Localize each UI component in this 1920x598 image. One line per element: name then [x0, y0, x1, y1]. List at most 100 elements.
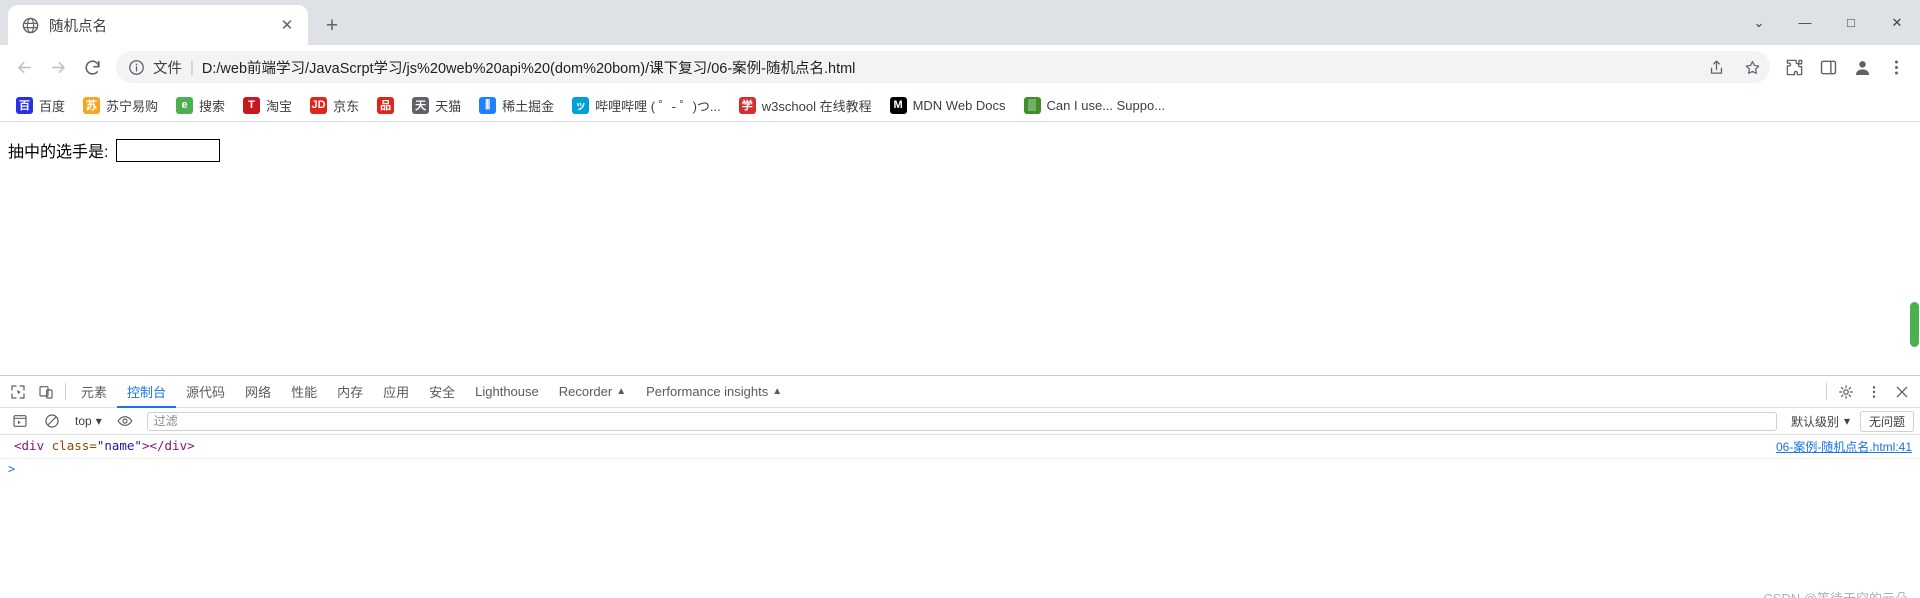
picked-player-label: 抽中的选手是:	[8, 144, 109, 161]
chevron-down-icon: ▾	[1843, 414, 1850, 428]
devtools-tab[interactable]: Recorder ▲	[549, 376, 636, 408]
bookmark-label: w3school 在线教程	[761, 98, 872, 114]
devtools-tab-label: 元素	[81, 385, 108, 400]
bookmark-item[interactable]: 百百度	[8, 92, 73, 119]
forward-button[interactable]	[42, 51, 74, 83]
juejin-icon: ⫼	[479, 96, 497, 114]
puzzle-icon[interactable]	[1778, 51, 1810, 83]
bookmark-item[interactable]: ッ哔哩哔哩 ( ゜- ゜)つ...	[564, 92, 729, 119]
bookmark-label: 哔哩哔哩 ( ゜- ゜)つ...	[595, 98, 721, 114]
console-prompt-row[interactable]: >	[0, 459, 1920, 479]
devtools-tab[interactable]: 控制台	[117, 376, 176, 408]
console-level-select[interactable]: 默认级别 ▾	[1785, 411, 1856, 432]
bookmark-item[interactable]: T 淘宝	[235, 92, 300, 119]
picked-player-row: 抽中的选手是:	[8, 138, 1920, 162]
csdn-watermark: CSDN @等待天空的云朵	[1763, 588, 1908, 598]
reload-button[interactable]	[76, 51, 108, 83]
bookmark-item[interactable]: 学 w3school 在线教程	[731, 92, 880, 119]
devtools-tab-label: 安全	[429, 385, 456, 400]
bookmark-item[interactable]: 品	[369, 93, 402, 118]
page-scrollbar[interactable]	[1909, 122, 1920, 375]
bookmark-item[interactable]: 苏苏宁易购	[75, 92, 166, 119]
issues-badge[interactable]: 无问题	[1859, 410, 1914, 432]
new-tab-button[interactable]: +	[315, 8, 349, 42]
browser-toolbar: 文件 | D:/web前端学习/JavaScrpt学习/js%20web%20a…	[0, 45, 1920, 89]
close-icon[interactable]: ✕	[276, 14, 298, 36]
bookmark-item[interactable]: JD 京东	[302, 92, 367, 119]
tab-search-button[interactable]: ⌄	[1736, 0, 1782, 45]
devtools-tab[interactable]: 元素	[71, 376, 117, 408]
url-separator: |	[190, 58, 194, 76]
close-window-button[interactable]: ✕	[1874, 0, 1920, 45]
inspect-element-icon[interactable]	[4, 378, 32, 406]
page-scrollbar-thumb[interactable]	[1910, 302, 1919, 347]
console-source-link[interactable]: 06-案例-随机点名.html:41	[1764, 438, 1912, 455]
devtools-tab-label: 内存	[337, 385, 364, 400]
experimental-warning-icon: ▲	[616, 386, 627, 397]
devtools-tab[interactable]: 内存	[327, 376, 373, 408]
bookmark-label: MDN Web Docs	[912, 97, 1006, 113]
pinpai-icon: 品	[377, 96, 395, 114]
devtools-tab-label: 应用	[383, 385, 410, 400]
bookmark-item[interactable]: e 搜索	[168, 92, 233, 119]
browser-window: 随机点名 ✕ + ⌄ — □ ✕ 文件 | D:/web前端学习/JavaScr…	[0, 0, 1920, 598]
devtools-tab[interactable]: 应用	[373, 376, 419, 408]
window-controls: ⌄ — □ ✕	[1736, 0, 1920, 45]
clear-console-icon[interactable]	[38, 407, 66, 435]
live-expression-icon[interactable]	[111, 407, 139, 435]
console-filter-bar: top ▾ 默认级别 ▾ 无问题	[0, 408, 1920, 435]
html-attr-name: class=	[51, 438, 97, 453]
star-icon[interactable]	[1738, 53, 1766, 81]
toolbar-divider	[65, 383, 66, 400]
sogou-icon: e	[176, 96, 194, 114]
taobao-icon: T	[243, 96, 261, 114]
minimize-button[interactable]: —	[1782, 0, 1828, 45]
globe-icon	[22, 17, 39, 34]
avatar-icon[interactable]	[1846, 51, 1878, 83]
device-toolbar-icon[interactable]	[32, 378, 60, 406]
url-scheme-label: 文件	[153, 60, 182, 77]
devtools-tab[interactable]: Lighthouse	[465, 376, 549, 408]
bookmark-item[interactable]: ▒ Can I use... Suppo...	[1016, 93, 1174, 118]
html-end-tag: </div>	[149, 438, 195, 453]
browser-tab[interactable]: 随机点名 ✕	[8, 5, 308, 45]
bookmark-item[interactable]: 天天猫	[404, 92, 469, 119]
devtools-tab[interactable]: 网络	[235, 376, 281, 408]
devtools-tab[interactable]: Performance insights ▲	[636, 376, 792, 408]
maximize-button[interactable]: □	[1828, 0, 1874, 45]
back-button[interactable]	[8, 51, 40, 83]
share-icon[interactable]	[1702, 53, 1730, 81]
caniuse-icon: ▒	[1023, 96, 1041, 114]
console-filter-input[interactable]	[146, 411, 1777, 431]
devtools-tab-label: 网络	[245, 385, 272, 400]
console-output: <div class="name"></div> 06-案例-随机点名.html…	[0, 435, 1920, 598]
info-circle-icon[interactable]	[128, 59, 145, 76]
jingdong-icon: JD	[310, 96, 328, 114]
devtools-tab[interactable]: 源代码	[176, 376, 235, 408]
devtools-tab[interactable]: 安全	[419, 376, 465, 408]
url-text[interactable]: D:/web前端学习/JavaScrpt学习/js%20web%20api%20…	[202, 57, 1694, 78]
devtools-tab-label: Performance insights	[646, 384, 769, 399]
bookmark-label: 京东	[333, 98, 360, 114]
run-script-icon[interactable]	[6, 407, 34, 435]
bookmark-item[interactable]: ⫼ 稀土掘金	[471, 92, 562, 119]
mdn-icon: M	[889, 96, 907, 114]
bookmark-label: 淘宝	[266, 98, 293, 114]
w3school-icon: 学	[738, 96, 756, 114]
bookmark-label: 百度	[39, 98, 66, 114]
close-icon[interactable]	[1888, 378, 1916, 406]
devtools-tab-label: Lighthouse	[475, 384, 539, 399]
html-attr-value: "name"	[96, 438, 142, 453]
devtools-tabbar: 元素 控制台 源代码 网络 性能 内存 应用 安全 Lighthouse Recorder ▲ Per…	[0, 376, 1920, 408]
three-dot-menu-icon[interactable]	[1880, 51, 1912, 83]
tab-strip: 随机点名 ✕ + ⌄ — □ ✕	[0, 0, 1920, 45]
prompt-caret-icon: >	[8, 462, 16, 476]
side-panel-icon[interactable]	[1812, 51, 1844, 83]
gear-icon[interactable]	[1832, 378, 1860, 406]
devtools-tab[interactable]: 性能	[281, 376, 327, 408]
address-bar[interactable]: 文件 | D:/web前端学习/JavaScrpt学习/js%20web%20a…	[116, 51, 1770, 83]
bookmark-item[interactable]: M MDN Web Docs	[882, 93, 1014, 118]
console-message[interactable]: <div class="name"></div> 06-案例-随机点名.html…	[0, 435, 1920, 459]
console-context-select[interactable]: top ▾	[70, 412, 107, 430]
three-dot-menu-icon[interactable]	[1860, 378, 1888, 406]
